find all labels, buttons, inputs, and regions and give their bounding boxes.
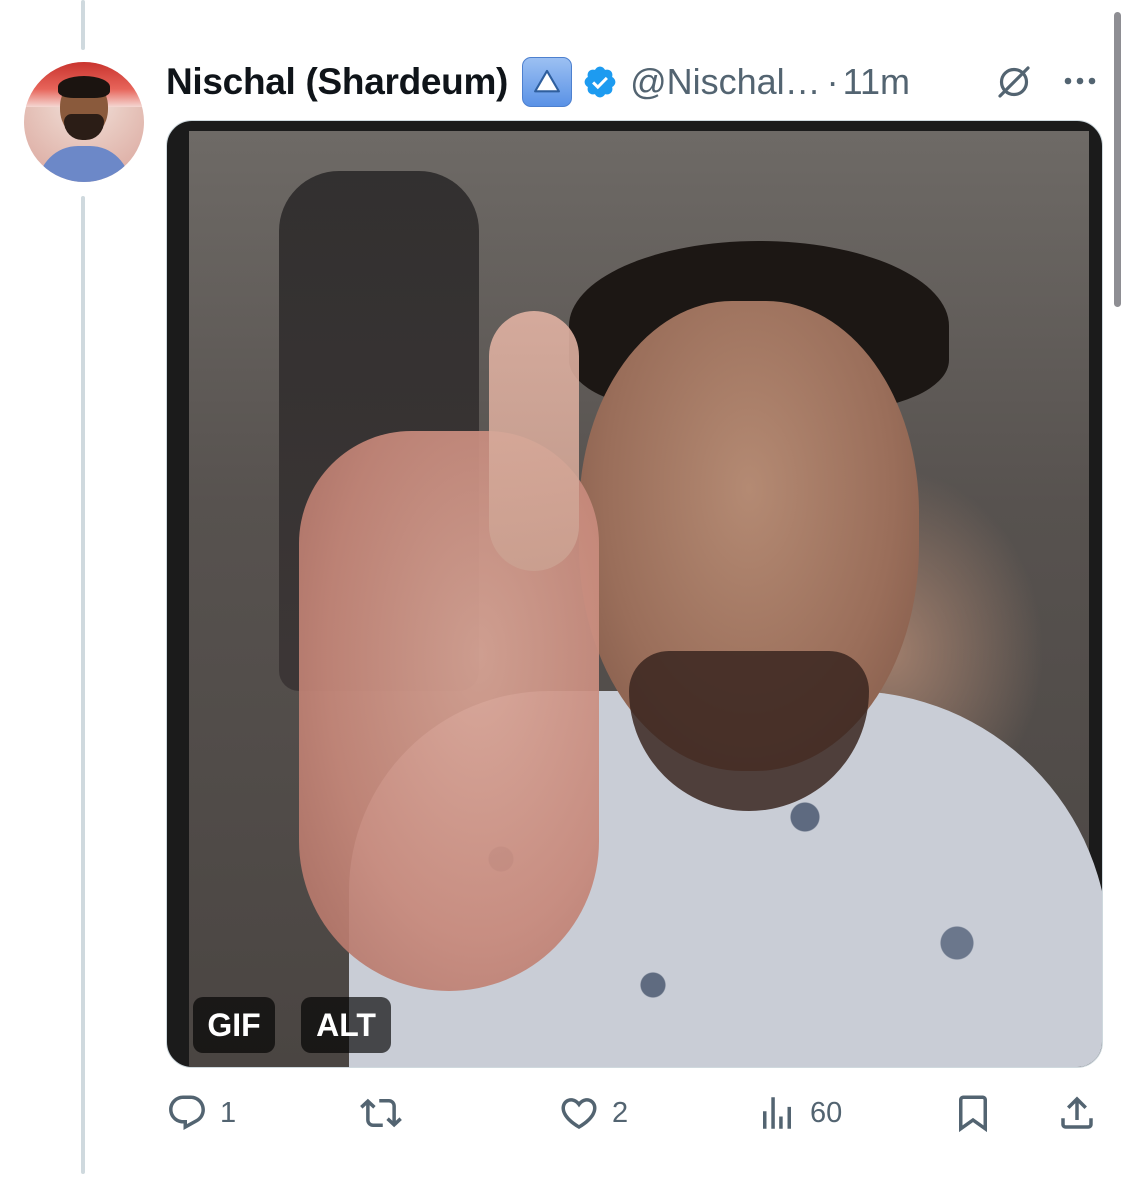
gif-frame	[189, 131, 1102, 1067]
tweet-media-gif[interactable]: GIF ALT	[166, 120, 1103, 1068]
reply-button[interactable]: 1	[166, 1090, 236, 1136]
scrollbar[interactable]	[1114, 12, 1121, 307]
bookmark-icon	[959, 1095, 987, 1133]
views-count: 60	[810, 1096, 843, 1129]
share-icon	[1061, 1096, 1093, 1129]
tweet-time[interactable]: 11m	[843, 61, 910, 103]
gif-badge: GIF	[193, 997, 275, 1053]
grok-icon[interactable]	[994, 62, 1034, 102]
heart-icon	[561, 1098, 597, 1130]
share-button[interactable]	[1056, 1090, 1098, 1136]
retweet-icon	[360, 1098, 402, 1128]
more-icon[interactable]	[1060, 66, 1100, 96]
bookmark-button[interactable]	[952, 1090, 994, 1136]
alt-button[interactable]: ALT	[301, 997, 391, 1053]
thread-line-bottom	[81, 196, 85, 1174]
avatar[interactable]	[24, 62, 144, 182]
author-handle[interactable]: @Nischal…	[630, 61, 821, 103]
separator-dot: ·	[826, 61, 839, 102]
tweet-header: Nischal (Shardeum) @Nischal… · 11m	[166, 56, 910, 108]
tweet-page: Nischal (Shardeum) @Nischal… · 11m GIF A…	[0, 0, 1127, 1200]
verified-icon	[584, 66, 616, 98]
like-count: 2	[612, 1096, 629, 1129]
like-button[interactable]: 2	[558, 1090, 628, 1136]
reply-count: 1	[220, 1096, 237, 1129]
views-icon	[763, 1097, 791, 1129]
retweet-button[interactable]	[360, 1090, 414, 1136]
triangle-badge-icon	[522, 57, 573, 107]
thread-line-top	[81, 0, 85, 50]
reply-icon	[169, 1095, 205, 1130]
tweet-actions: 1 2 60	[166, 1090, 1103, 1136]
views-button[interactable]: 60	[756, 1090, 842, 1136]
author-name[interactable]: Nischal (Shardeum)	[166, 61, 508, 103]
